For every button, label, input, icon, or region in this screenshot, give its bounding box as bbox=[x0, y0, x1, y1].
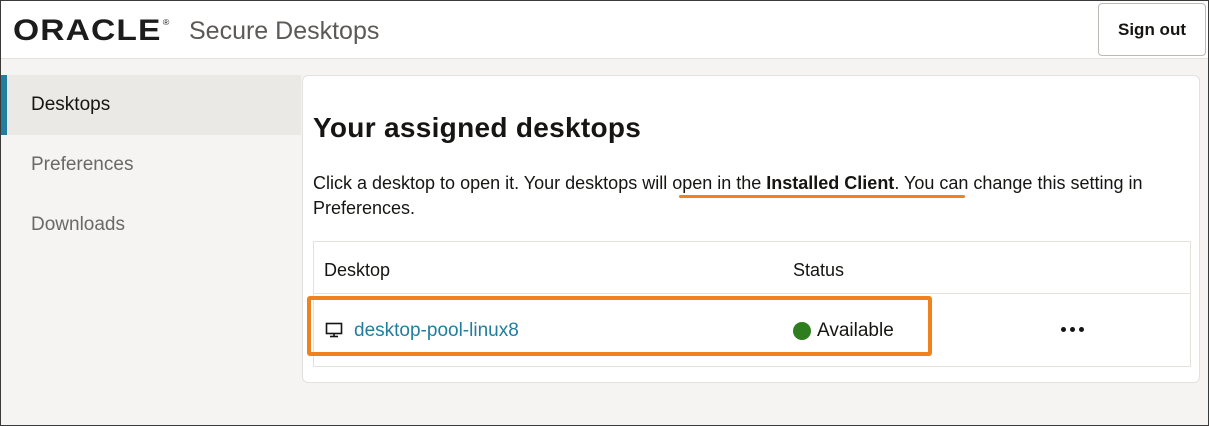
sidebar: Desktops Preferences Downloads bbox=[1, 75, 301, 255]
column-header-desktop: Desktop bbox=[324, 260, 391, 280]
more-actions-icon[interactable] bbox=[1052, 314, 1092, 344]
oracle-logo: ORACLE® bbox=[13, 14, 171, 47]
highlight-underline bbox=[679, 195, 965, 198]
sidebar-item-downloads[interactable]: Downloads bbox=[1, 195, 301, 255]
installed-client-label: Installed Client bbox=[766, 173, 895, 193]
row-highlight-box bbox=[307, 296, 932, 356]
sidebar-item-label: Desktops bbox=[31, 94, 111, 115]
sidebar-item-label: Downloads bbox=[31, 214, 125, 235]
app-title: Secure Desktops bbox=[189, 17, 380, 45]
header-divider bbox=[314, 293, 1190, 294]
info-highlight: will open in the bbox=[642, 173, 767, 193]
app-header: ORACLE® Secure Desktops Sign out bbox=[1, 1, 1208, 59]
page-title: Your assigned desktops bbox=[313, 112, 642, 143]
column-header-status: Status bbox=[793, 260, 845, 280]
sidebar-item-desktops[interactable]: Desktops bbox=[1, 75, 301, 135]
sign-out-button[interactable]: Sign out bbox=[1098, 3, 1206, 56]
sidebar-item-label: Preferences bbox=[31, 154, 134, 175]
sidebar-item-preferences[interactable]: Preferences bbox=[1, 135, 301, 195]
